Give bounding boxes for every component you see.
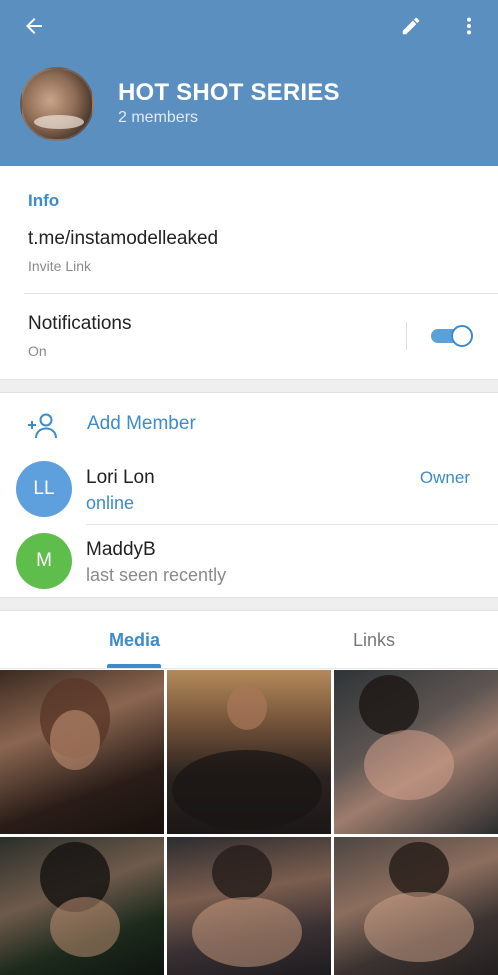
- divider: [24, 293, 498, 294]
- info-section: Info t.me/instamodelleaked Invite Link N…: [0, 166, 498, 379]
- tab-media[interactable]: Media: [109, 630, 160, 651]
- add-user-icon: [28, 413, 57, 439]
- add-member-label: Add Member: [87, 413, 196, 434]
- media-thumbnail[interactable]: [334, 837, 498, 975]
- shared-content-tabs: Media Links: [0, 611, 498, 669]
- add-member-button[interactable]: Add Member: [0, 403, 498, 449]
- member-status: last seen recently: [86, 565, 227, 585]
- avatar: LL: [16, 461, 72, 517]
- member-status: online: [86, 493, 135, 513]
- section-separator: [0, 597, 498, 611]
- notifications-label[interactable]: Notifications: [28, 313, 132, 335]
- media-grid: [0, 669, 498, 975]
- media-thumbnail[interactable]: [0, 670, 164, 834]
- divider: [406, 322, 407, 350]
- member-row[interactable]: M MaddyB last seen recently: [0, 527, 498, 597]
- group-avatar[interactable]: [20, 67, 94, 141]
- divider: [86, 524, 498, 525]
- tab-links[interactable]: Links: [353, 630, 395, 651]
- profile-header: HOT SHOT SERIES 2 members: [0, 0, 498, 166]
- media-thumbnail[interactable]: [167, 670, 331, 834]
- member-row[interactable]: LL Lori Lon online Owner: [0, 455, 498, 525]
- notifications-toggle[interactable]: [431, 325, 473, 347]
- member-name: Lori Lon: [86, 467, 155, 488]
- section-separator: [0, 379, 498, 393]
- info-heading: Info: [28, 191, 60, 210]
- active-tab-indicator: [107, 664, 161, 668]
- member-count: 2 members: [118, 109, 199, 126]
- avatar: M: [16, 533, 72, 589]
- invite-link-label: Invite Link: [28, 258, 92, 274]
- media-thumbnail[interactable]: [334, 670, 498, 834]
- more-options-button[interactable]: [451, 8, 487, 44]
- members-section: Add Member LL Lori Lon online Owner M Ma…: [0, 393, 498, 597]
- toggle-knob: [451, 325, 473, 347]
- media-thumbnail[interactable]: [167, 837, 331, 975]
- pencil-icon: [402, 17, 420, 35]
- group-title: HOT SHOT SERIES: [118, 79, 340, 106]
- edit-button[interactable]: [393, 8, 429, 44]
- arrow-left-icon: [26, 18, 42, 34]
- member-name: MaddyB: [86, 539, 156, 560]
- notifications-state: On: [28, 343, 47, 359]
- media-thumbnail[interactable]: [0, 837, 164, 975]
- more-vertical-icon: [466, 17, 472, 35]
- member-role-badge: Owner: [419, 468, 470, 487]
- invite-link[interactable]: t.me/instamodelleaked: [28, 228, 218, 250]
- back-button[interactable]: [16, 8, 52, 44]
